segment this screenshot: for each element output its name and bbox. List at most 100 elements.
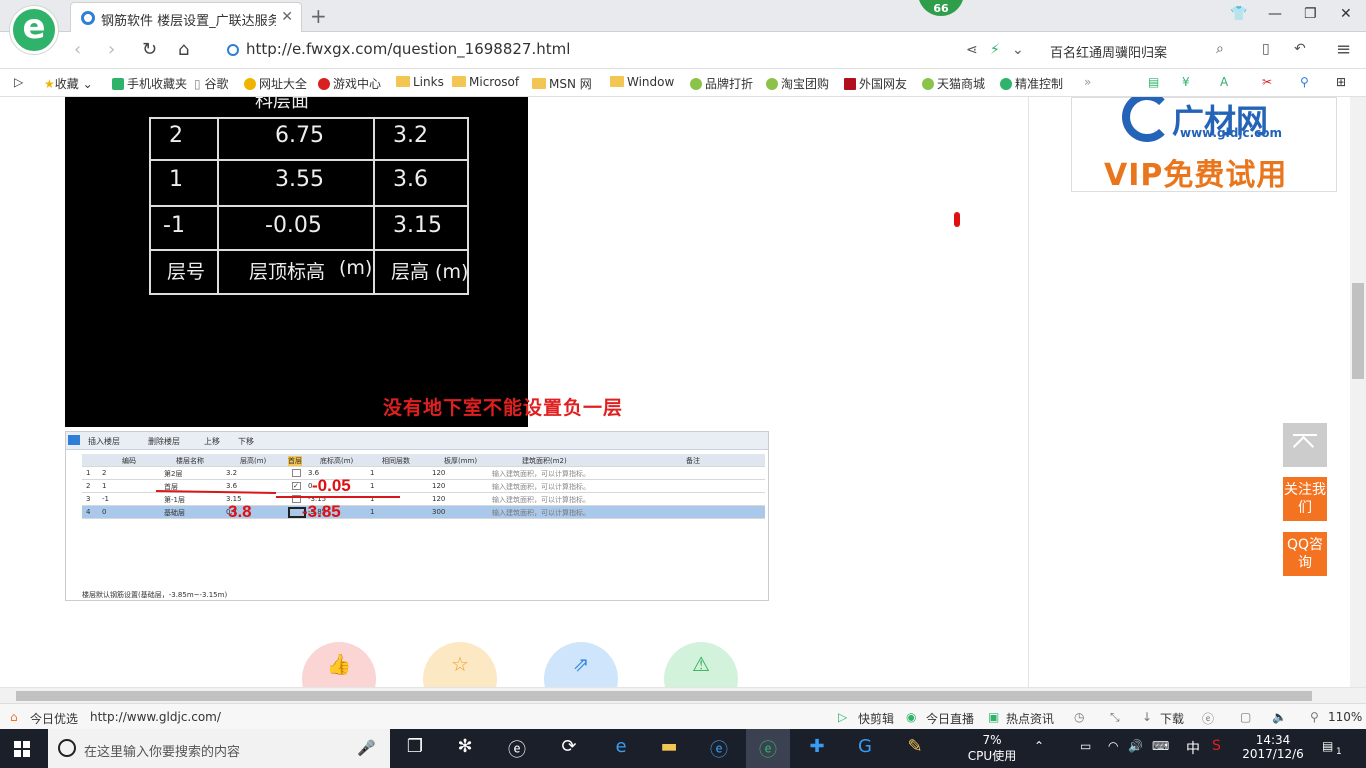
back-button[interactable]: ‹ (74, 39, 81, 60)
home-button[interactable]: ⌂ (178, 39, 189, 60)
clock[interactable]: 14:34 2017/12/6 (1240, 733, 1306, 761)
e-browser-taskbar-icon[interactable]: ⓔ (746, 729, 790, 768)
like-button[interactable]: 👍 (302, 642, 376, 687)
search-input[interactable]: 百名红通周骥阳归案 (1040, 38, 1240, 64)
tray-expand-icon[interactable]: ⌃ (1034, 739, 1044, 753)
reader-icon[interactable]: ▤ (1148, 75, 1159, 89)
coupon-icon[interactable]: ¥ (1182, 75, 1190, 89)
bookmark-favorites[interactable]: ★收藏 ⌄ (44, 75, 93, 92)
lightning-icon[interactable]: ⚡ (990, 42, 1000, 58)
bookmark-msn[interactable]: MSN 网 (532, 75, 592, 92)
horizontal-scroll-thumb[interactable] (16, 691, 1312, 701)
bookmark-links[interactable]: Links (396, 75, 444, 89)
translate-icon[interactable]: A (1220, 75, 1228, 89)
shirt-icon[interactable]: 👕 (1230, 6, 1247, 22)
search-icon[interactable]: ⌕ (1216, 41, 1224, 57)
back-to-top-button[interactable] (1283, 423, 1327, 467)
undo-icon[interactable]: ↶ (1294, 41, 1306, 57)
task-view-icon[interactable]: ❐ (402, 736, 428, 762)
close-tab-icon[interactable]: ✕ (281, 9, 293, 25)
kuaijianji-button[interactable]: 快剪辑 (858, 710, 894, 727)
taskbar-search-input[interactable]: 在这里输入你要搜索的内容 🎤 (48, 729, 390, 768)
news-button[interactable]: 热点资讯 (1006, 710, 1054, 727)
close-window-button[interactable]: ✕ (1340, 6, 1352, 22)
cpu-meter[interactable]: 7% CPU使用 (966, 733, 1018, 764)
edge-app-icon[interactable]: e (608, 736, 634, 762)
security-icon (227, 44, 239, 56)
ie-mode-icon[interactable]: ⓔ (1202, 710, 1214, 727)
ad-banner[interactable]: 广材网 www.gldjc.com VIP免费试用 (1071, 97, 1337, 193)
magnifier-icon[interactable]: ⚲ (1300, 75, 1309, 89)
bookmark-mobile[interactable]: 手机收藏夹 (112, 75, 187, 92)
glodon-app-icon[interactable]: G (852, 736, 878, 762)
mobile-icon[interactable]: ▯ (1262, 41, 1270, 57)
horizontal-scrollbar[interactable] (0, 687, 1366, 703)
ie-browser-icon[interactable]: ⓔ (706, 736, 732, 762)
network-adapter-icon[interactable]: ▭ (1080, 739, 1091, 753)
bookmark-games[interactable]: 游戏中心 (318, 75, 381, 92)
g-app-icon[interactable]: ⟳ (556, 736, 582, 762)
zoom-level[interactable]: 110% (1328, 710, 1362, 724)
windows-start-icon[interactable] (14, 741, 30, 757)
notes-app-icon[interactable]: ✎ (902, 736, 928, 762)
follow-us-button[interactable]: 关注我们 (1283, 477, 1327, 521)
software-screenshot: 插入楼层 删除楼层 上移 下移 编码 楼层名称 层高(m) 首层 底标高(m) … (65, 431, 769, 601)
move-up-button: 上移 (204, 437, 220, 446)
volume-icon[interactable]: 🔈 (1272, 710, 1287, 724)
forward-button[interactable]: › (108, 39, 115, 60)
pinwheel-app-icon[interactable]: ✻ (452, 736, 478, 762)
bookmark-taobao[interactable]: 淘宝团购 (766, 75, 829, 92)
window-icon[interactable]: ▢ (1240, 710, 1251, 724)
speed-icon[interactable]: ◷ (1074, 710, 1084, 724)
wifi-icon[interactable]: ◠ (1108, 739, 1118, 753)
speaker-icon[interactable]: 🔊 (1128, 739, 1143, 753)
apps-icon[interactable]: ⊞ (1336, 75, 1346, 89)
qq-consult-button[interactable]: QQ咨询 (1283, 532, 1327, 576)
sidebar-toggle-icon[interactable]: ▷ (14, 75, 23, 89)
minimize-button[interactable]: — (1268, 6, 1282, 22)
more-bookmarks-icon[interactable]: » (1084, 75, 1091, 89)
microphone-icon[interactable]: 🎤 (357, 739, 376, 757)
folder-icon (396, 76, 410, 87)
pin-icon[interactable]: ⤡ (1110, 710, 1120, 725)
download-button[interactable]: 下载 (1160, 710, 1184, 727)
bookmark-windows[interactable]: Window (610, 75, 674, 89)
url-field[interactable]: http://e.fwxgx.com/question_1698827.html (246, 40, 570, 58)
bookmark-microsoft[interactable]: Microsof (452, 75, 519, 89)
vertical-scroll-thumb[interactable] (1352, 283, 1364, 379)
sogou-icon[interactable]: S (1212, 738, 1221, 754)
ad-vip-text: VIP免费试用 (1104, 158, 1288, 193)
column-divider (1028, 97, 1029, 687)
notification-center-icon[interactable]: ▤ (1322, 739, 1333, 753)
ime-indicator[interactable]: 中 (1186, 738, 1200, 758)
bookmark-precise[interactable]: 精准控制 (1000, 75, 1063, 92)
browser-tab[interactable]: 钢筋软件 楼层设置_广联达服务新 ✕ (70, 2, 302, 32)
bookmark-discount[interactable]: 品牌打折 (690, 75, 753, 92)
annotation-neg385: -3.85 (302, 502, 341, 521)
ie-app-icon[interactable]: ⓔ (504, 736, 530, 762)
cad-elev-1: 3.55 (275, 167, 324, 192)
bookmark-google[interactable]: ▯ 谷歌 (194, 75, 228, 92)
notification-badge[interactable]: 66 (918, 0, 964, 16)
chevron-down-icon[interactable]: ⌄ (1012, 42, 1024, 58)
menu-icon[interactable]: ≡ (1336, 39, 1351, 60)
favorite-button[interactable]: ☆ (423, 642, 497, 687)
file-explorer-icon[interactable]: ▬ (656, 736, 682, 762)
vertical-scrollbar[interactable] (1350, 97, 1366, 687)
report-button[interactable]: ⚠ (664, 642, 738, 687)
restore-button[interactable]: ❐ (1304, 6, 1317, 22)
share-button[interactable]: ⇗ (544, 642, 618, 687)
today-picks[interactable]: 今日优选 (30, 710, 78, 727)
new-tab-button[interactable]: + (310, 4, 327, 28)
live-button[interactable]: 今日直播 (926, 710, 974, 727)
bookmark-tmall[interactable]: 天猫商城 (922, 75, 985, 92)
bookmark-hao[interactable]: 网址大全 (244, 75, 307, 92)
keyboard-icon[interactable]: ⌨ (1152, 739, 1169, 753)
bookmark-foreign[interactable]: 外国网友 (844, 75, 907, 92)
plus-app-icon[interactable]: ✚ (804, 736, 830, 762)
browser-logo-icon[interactable] (10, 6, 58, 54)
scissors-icon[interactable]: ✂ (1262, 75, 1272, 89)
share-icon[interactable]: ⋖ (966, 42, 978, 58)
refresh-button[interactable]: ↻ (142, 39, 157, 60)
grid-header: 首层 (288, 456, 302, 466)
